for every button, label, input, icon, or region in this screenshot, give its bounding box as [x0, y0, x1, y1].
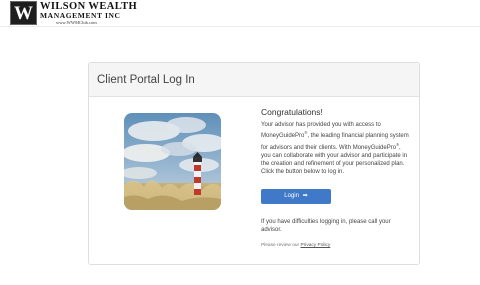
logo-line-2: MANAGEMENT INC — [40, 11, 121, 20]
panel-header: Client Portal Log In — [89, 63, 419, 97]
panel-title: Client Portal Log In — [97, 74, 195, 86]
lighthouse-image — [124, 113, 221, 210]
logo-mark: W — [10, 1, 37, 25]
logo-url: www.WWMClub.com — [56, 20, 97, 25]
site-header: W WILSON WEALTH MANAGEMENT INC www.WWMCl… — [0, 0, 480, 27]
login-info: Congratulations! Your advisor has provid… — [261, 106, 411, 249]
logo-wordmark: WILSON WEALTH MANAGEMENT INC www.WWMClub… — [40, 1, 137, 26]
description-text: Your advisor has provided you with acces… — [261, 121, 411, 177]
company-logo[interactable]: W WILSON WEALTH MANAGEMENT INC www.WWMCl… — [10, 1, 137, 26]
login-panel: Client Portal Log In Congratulations! Yo… — [88, 62, 420, 265]
login-button[interactable]: Login ➡ — [261, 188, 331, 204]
lighthouse-photo — [124, 113, 221, 210]
login-arrow-icon: ➡ — [302, 192, 308, 199]
privacy-policy-link[interactable]: Privacy Policy — [300, 243, 330, 248]
congrats-heading: Congratulations! — [261, 107, 323, 117]
help-text: If you have difficulties logging in, ple… — [261, 218, 391, 234]
privacy-notice: Please review our Privacy Policy — [261, 242, 411, 249]
login-button-label: Login — [284, 192, 299, 199]
privacy-prefix: Please review our — [261, 243, 301, 249]
